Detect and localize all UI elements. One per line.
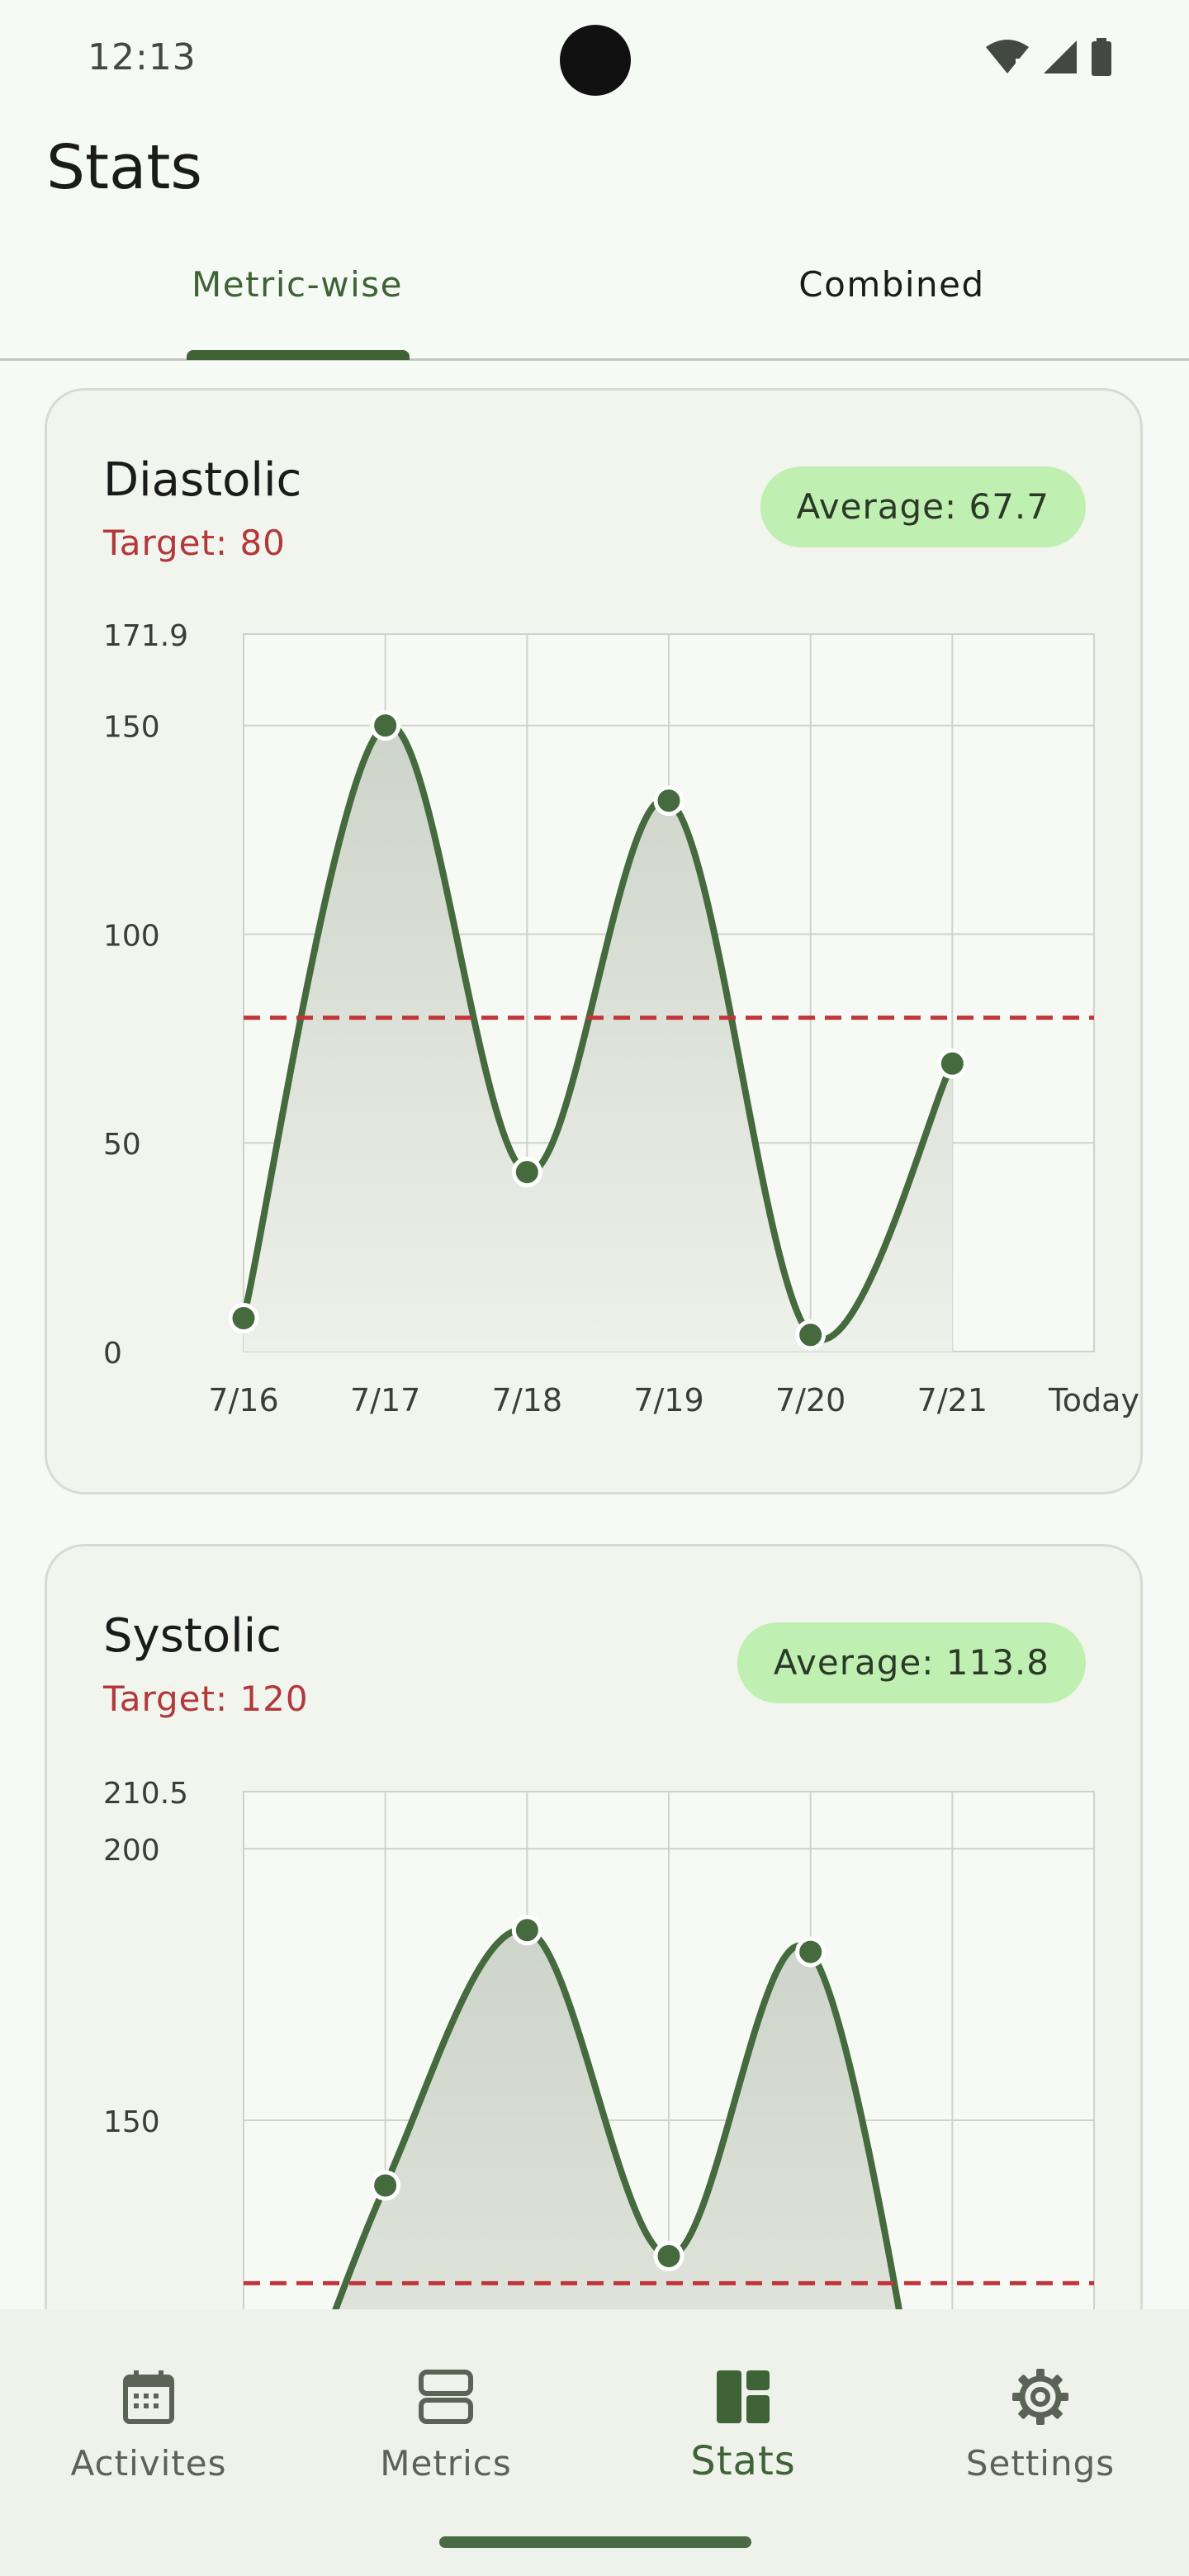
nav-item-settings[interactable]: Settings xyxy=(892,2367,1189,2484)
battery-icon xyxy=(1092,38,1111,76)
diastolic-chart: 0 50 100 150 171.9 7/16 7/17 7/18 7/19 7/20 7/21 To… xyxy=(103,619,1139,1418)
metric-card-diastolic: Diastolic Target: 80 Average: 67.7 0 50 10… xyxy=(45,388,1143,1494)
data-point xyxy=(370,710,401,741)
y-tick-label: 200 xyxy=(103,1834,160,1868)
status-time: 12:13 xyxy=(88,36,197,78)
status-bar: 12:13 xyxy=(0,0,1189,116)
nav-item-activites[interactable]: Activites xyxy=(0,2367,297,2484)
data-point xyxy=(936,1048,968,1079)
x-tick-label: 7/18 xyxy=(492,1382,562,1418)
y-tick-label: 150 xyxy=(103,2105,160,2139)
home-indicator[interactable] xyxy=(439,2536,751,2548)
systolic-chart: 100150200210.5 xyxy=(103,1777,1095,2309)
gear-icon xyxy=(1012,2369,1068,2425)
signal-icon xyxy=(1044,40,1077,73)
nav-label: Activites xyxy=(70,2443,227,2484)
data-point xyxy=(795,1936,827,1968)
data-point xyxy=(653,2240,685,2271)
x-tick-label: 7/19 xyxy=(633,1382,703,1418)
status-icons xyxy=(984,38,1113,76)
tab-bar: Metric-wise Combined xyxy=(0,248,1189,361)
metrics-icon xyxy=(419,2370,473,2424)
data-point xyxy=(653,785,685,817)
y-tick-label: 100 xyxy=(103,919,160,953)
active-tab-indicator xyxy=(187,350,410,360)
tab-label: Combined xyxy=(798,264,985,305)
y-tick-label: 171.9 xyxy=(103,619,188,653)
y-tick-label: 210.5 xyxy=(103,1777,188,1811)
tab-label: Metric-wise xyxy=(192,264,403,305)
stats-dashboard-icon xyxy=(717,2370,770,2423)
nav-label: Settings xyxy=(965,2443,1116,2484)
page-title: Stats xyxy=(46,132,202,203)
wifi-icon xyxy=(986,40,1029,74)
data-point xyxy=(228,1303,259,1334)
x-tick-label: 7/21 xyxy=(917,1382,988,1418)
data-point xyxy=(370,2170,401,2201)
x-tick-label: 7/17 xyxy=(350,1382,420,1418)
camera-cutout xyxy=(560,25,631,96)
y-tick-label: 50 xyxy=(103,1128,141,1162)
data-point xyxy=(511,1157,542,1188)
data-point xyxy=(511,1915,542,1946)
tab-combined[interactable]: Combined xyxy=(594,264,1189,355)
nav-item-metrics[interactable]: Metrics xyxy=(297,2367,594,2484)
data-point xyxy=(795,1319,827,1351)
nav-item-stats[interactable]: Stats xyxy=(594,2367,892,2484)
stats-list[interactable]: Diastolic Target: 80 Average: 67.7 0 50 10… xyxy=(0,361,1189,2309)
nav-label: Stats xyxy=(690,2438,796,2484)
x-tick-label: Today xyxy=(1048,1382,1139,1418)
nav-label: Metrics xyxy=(380,2443,512,2484)
tab-metric-wise[interactable]: Metric-wise xyxy=(0,264,594,355)
y-tick-label: 150 xyxy=(103,711,160,745)
x-tick-label: 7/16 xyxy=(208,1382,278,1418)
metric-card-systolic: Systolic Target: 120 Average: 113.8 1001… xyxy=(45,1544,1143,2309)
y-tick-label: 0 xyxy=(103,1337,122,1371)
x-tick-label: 7/20 xyxy=(775,1382,846,1418)
calendar-icon xyxy=(123,2370,174,2424)
